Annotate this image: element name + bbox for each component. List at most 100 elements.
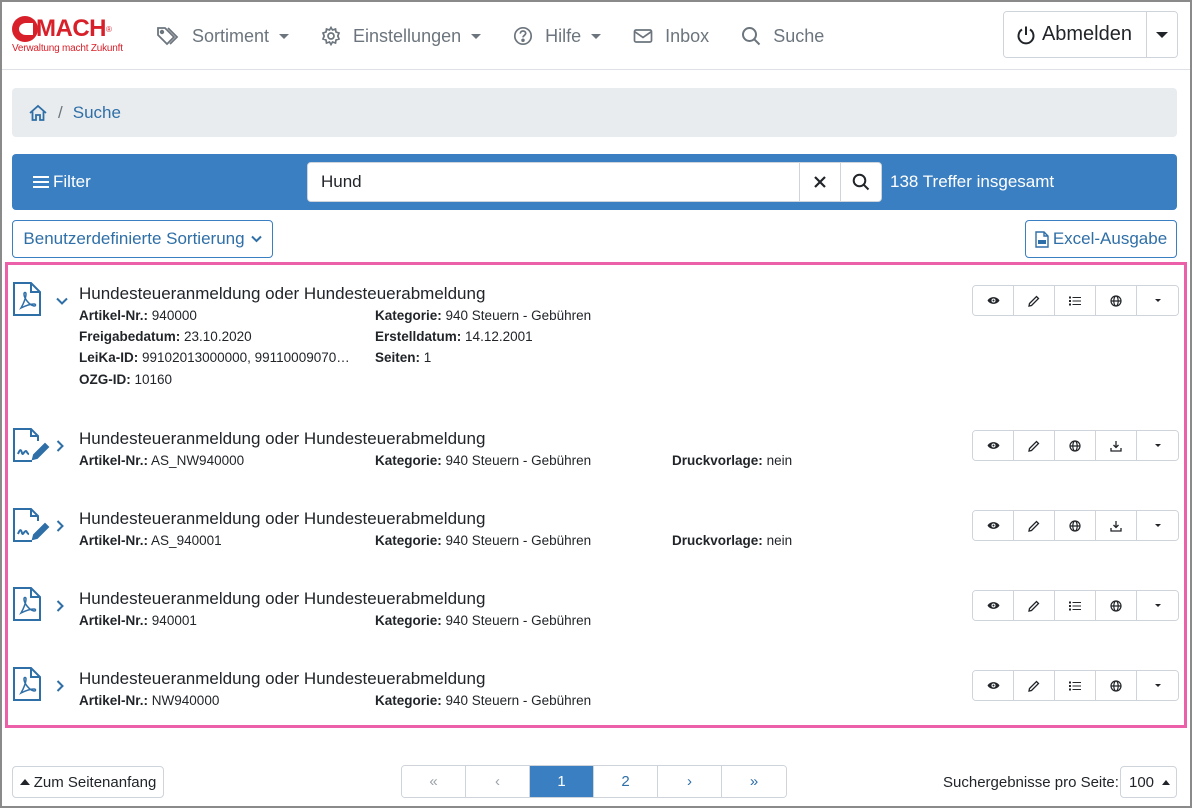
search-results: Hundesteueranmeldung oder Hundesteuerabm… [5,262,1187,728]
download-button[interactable] [1096,431,1137,460]
page-prev[interactable]: ‹ [466,766,530,797]
chevron-down-icon [471,33,482,39]
search-group [307,162,882,202]
globe-icon [1110,599,1122,612]
nav-hilfe[interactable]: Hilfe [513,2,602,70]
result-actions [972,430,1179,461]
globe-button[interactable] [1055,511,1096,540]
chevron-right-icon[interactable] [56,680,64,692]
pencil-icon [1028,440,1040,452]
breadcrumb: / Suche [12,88,1177,137]
result-ozg-id: OZG-ID: 10160 [79,372,173,387]
chevron-down-icon[interactable] [56,297,68,305]
edit-button[interactable] [1014,591,1055,620]
result-actions [972,670,1179,701]
chevron-right-icon[interactable] [56,440,64,452]
mach-logo[interactable]: MACH ® Verwaltung macht Zukunft [12,16,127,58]
view-button[interactable] [973,671,1014,700]
more-actions-toggle[interactable] [1137,431,1178,460]
sort-dropdown-button[interactable]: Benutzerdefinierte Sortierung [12,220,273,258]
globe-button[interactable] [1096,286,1137,315]
nav-inbox[interactable]: Inbox [633,2,709,70]
caret-down-icon [1154,524,1161,527]
list-button[interactable] [1055,591,1096,620]
pdf-file-icon[interactable] [12,281,42,317]
more-actions-toggle[interactable] [1137,591,1178,620]
eye-icon [987,442,999,449]
view-button[interactable] [973,591,1014,620]
page-first[interactable]: « [402,766,466,797]
page-1[interactable]: 1 [530,766,594,797]
nav-inbox-label: Inbox [665,25,710,46]
nav-einstellungen[interactable]: Einstellungen [321,2,482,70]
view-button[interactable] [973,511,1014,540]
hit-count: 138 Treffer insgesamt [890,172,1055,191]
caret-down-icon [1154,604,1161,607]
home-icon[interactable] [28,104,48,122]
top-navbar: MACH ® Verwaltung macht Zukunft Sortimen… [2,2,1190,70]
edit-button[interactable] [1014,286,1055,315]
edit-button[interactable] [1014,511,1055,540]
sort-label: Benutzerdefinierte Sortierung [23,229,245,248]
globe-button[interactable] [1096,591,1137,620]
page-next[interactable]: › [658,766,722,797]
per-page-select[interactable]: 100 [1120,766,1177,798]
page-2[interactable]: 2 [594,766,658,797]
chevron-down-icon [1156,31,1168,38]
chevron-right-icon[interactable] [56,600,64,612]
result-kategorie: Kategorie: 940 Steuern - Gebühren [375,693,592,708]
more-actions-toggle[interactable] [1137,511,1178,540]
edit-button[interactable] [1014,431,1055,460]
result-title[interactable]: Hundesteueranmeldung oder Hundesteuerabm… [79,509,485,529]
view-button[interactable] [973,431,1014,460]
page-last[interactable]: » [722,766,786,797]
logout-dropdown-toggle[interactable] [1147,12,1177,57]
result-title[interactable]: Hundesteueranmeldung oder Hundesteuerabm… [79,429,485,449]
scroll-to-top-label: Zum Seitenanfang [33,773,157,791]
result-kategorie: Kategorie: 940 Steuern - Gebühren [375,308,592,323]
result-title[interactable]: Hundesteueranmeldung oder Hundesteuerabm… [79,589,485,609]
globe-button[interactable] [1096,671,1137,700]
form-signature-icon[interactable] [12,507,50,543]
result-title[interactable]: Hundesteueranmeldung oder Hundesteuerabm… [79,284,485,304]
nav-sortiment[interactable]: Sortiment [156,2,290,70]
list-button[interactable] [1055,671,1096,700]
eye-icon [987,297,999,304]
filter-bar: Filter 138 Treffer insgesamt [12,154,1177,210]
globe-button[interactable] [1055,431,1096,460]
form-signature-icon[interactable] [12,427,50,463]
edit-button[interactable] [1014,671,1055,700]
pencil-icon [1028,295,1040,307]
chevron-right-icon[interactable] [56,520,64,532]
nav-sortiment-label: Sortiment [192,25,270,46]
clear-search-button[interactable] [799,163,840,201]
result-freigabedatum: Freigabedatum: 23.10.2020 [79,329,252,344]
search-submit-button[interactable] [840,163,881,201]
view-button[interactable] [973,286,1014,315]
gear-icon [321,26,341,46]
scroll-to-top-button[interactable]: Zum Seitenanfang [12,766,164,798]
nav-suche[interactable]: Suche [741,2,824,70]
more-actions-toggle[interactable] [1137,671,1178,700]
pdf-file-icon[interactable] [12,666,42,702]
result-artikel: Artikel-Nr.: NW940000 [79,693,220,708]
tag-icon [157,27,179,46]
filter-label: Filter [53,172,91,191]
search-input[interactable] [308,163,799,201]
power-icon [1017,26,1035,44]
excel-export-button[interactable]: Excel-Ausgabe [1025,220,1177,258]
logo-name: MACH [36,15,107,42]
logout-button[interactable]: Abmelden [1003,12,1147,57]
pdf-file-icon[interactable] [12,586,42,622]
breadcrumb-current[interactable]: Suche [73,103,121,123]
eye-icon [987,602,999,609]
download-button[interactable] [1096,511,1137,540]
result-title[interactable]: Hundesteueranmeldung oder Hundesteuerabm… [79,669,485,689]
result-actions [972,590,1179,621]
filter-toggle[interactable]: Filter [33,154,91,210]
result-artikel: Artikel-Nr.: 940000 [79,308,197,323]
more-actions-toggle[interactable] [1137,286,1178,315]
nav-suche-label: Suche [773,25,825,46]
list-button[interactable] [1055,286,1096,315]
help-icon [514,26,533,46]
